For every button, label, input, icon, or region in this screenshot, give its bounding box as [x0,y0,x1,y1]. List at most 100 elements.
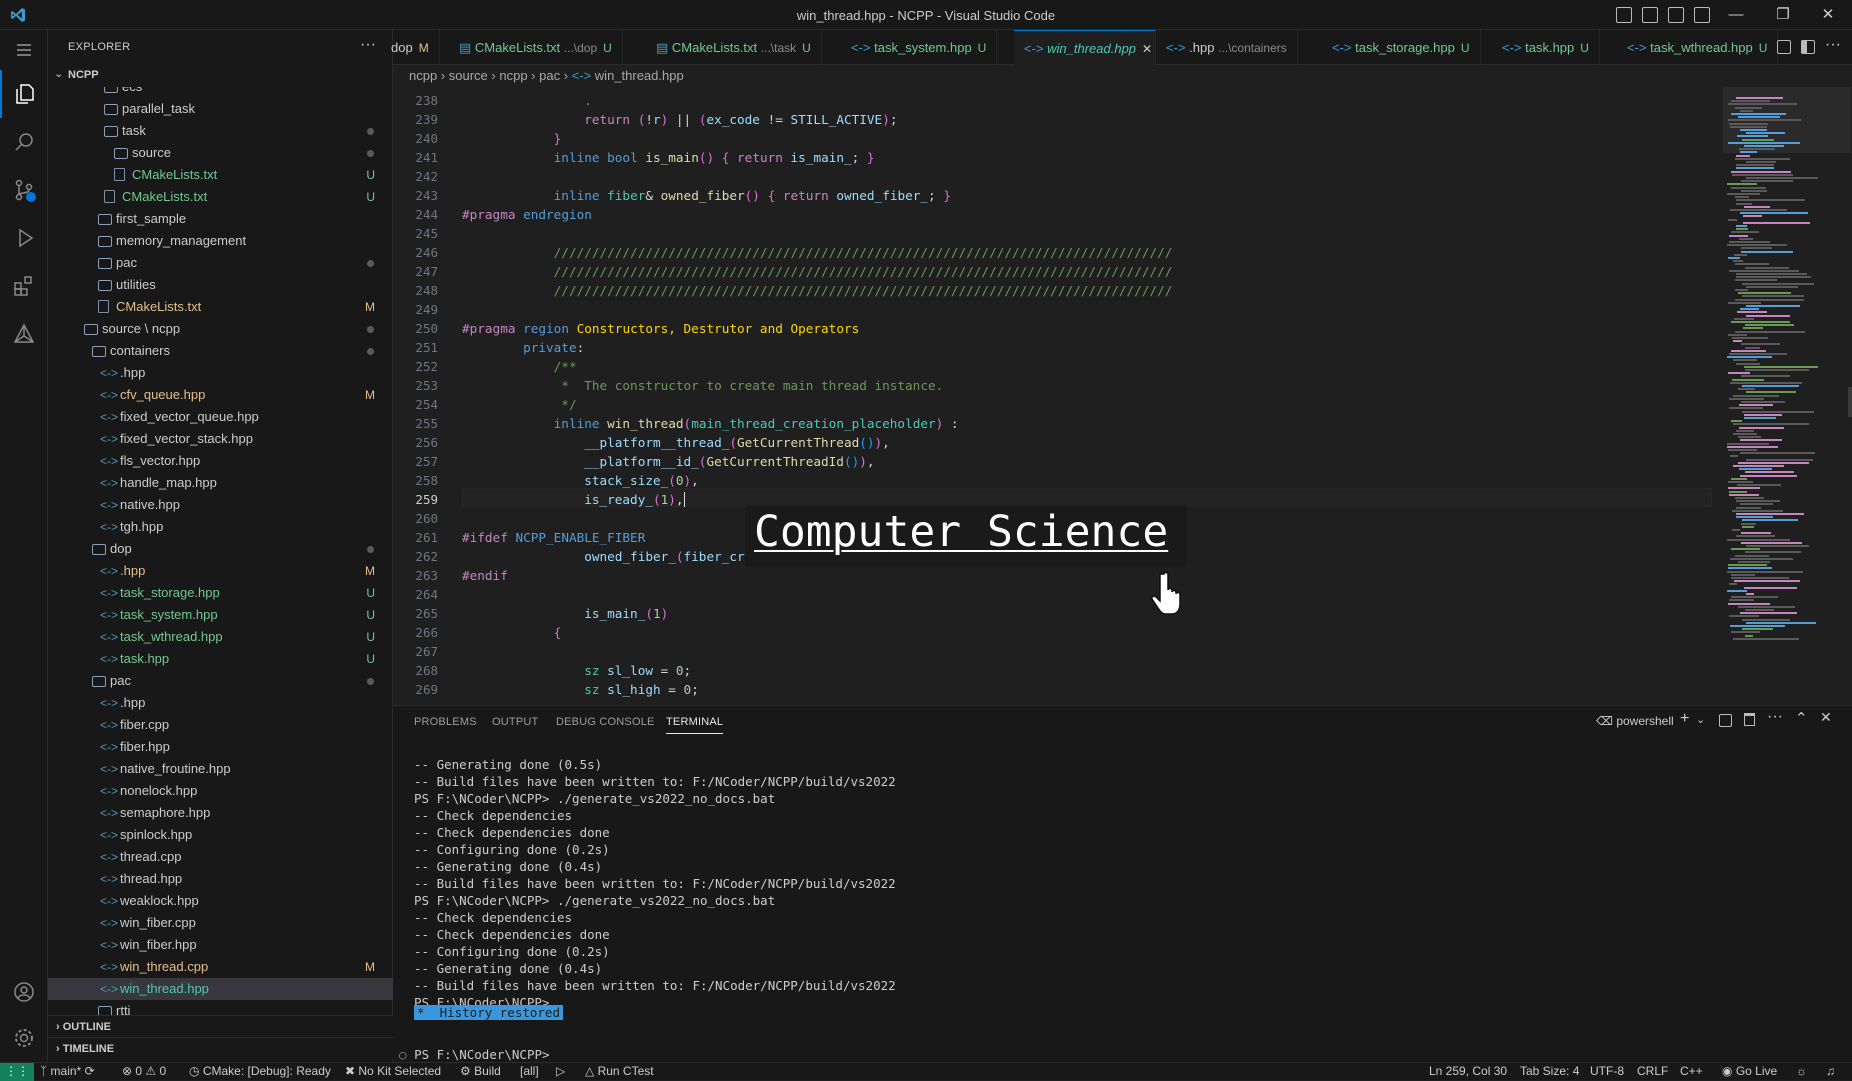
tree-item[interactable]: <-> win_fiber.hpp [48,934,393,956]
minimap[interactable] [1713,87,1852,705]
breadcrumb-item[interactable]: ncpp [499,68,527,83]
terminal-prompt[interactable]: ○ PS F:\NCoder\NCPP> [399,1047,550,1062]
tree-item[interactable]: CMakeLists.txt U [48,164,393,186]
tab-debug-console[interactable]: DEBUG CONSOLE [556,716,655,728]
tab-cmakelists-dop[interactable]: ▤ CMakeLists.txt ...\dop U [449,30,623,65]
maximize-panel-icon[interactable]: ⌃ [1795,709,1808,727]
tab-task-wthread[interactable]: <-> task_wthread.hpp U [1617,30,1779,65]
tree-item[interactable]: task [48,120,393,142]
settings-gear-icon[interactable] [0,1014,48,1062]
tab-task[interactable]: <-> task.hpp U [1492,30,1600,65]
build-target[interactable]: [all] [520,1063,539,1080]
remote-icon[interactable]: ⋮⋮ [0,1063,34,1081]
breadcrumb-item[interactable]: ncpp [409,68,437,83]
extensions-icon[interactable] [0,262,48,310]
menu-icon[interactable] [0,30,48,70]
tree-item[interactable]: <-> fixed_vector_stack.hpp [48,428,393,450]
chevron-down-icon[interactable]: ⌄ [1696,713,1705,726]
tree-item[interactable]: source [48,142,393,164]
tab-terminal[interactable]: TERMINAL [666,716,724,734]
tree-item[interactable]: <-> win_thread.cpp M [48,956,393,978]
close-tab-icon[interactable]: ✕ [1142,42,1152,56]
tree-item[interactable]: <-> fls_vector.hpp [48,450,393,472]
breadcrumb-item[interactable]: pac [539,68,560,83]
new-terminal-button[interactable]: + [1680,710,1689,728]
toggle-secondary-sidebar-icon[interactable] [1668,7,1684,23]
tree-item[interactable]: <-> cfv_queue.hpp M [48,384,393,406]
customize-layout-icon[interactable] [1694,7,1710,23]
tab-problems[interactable]: PROBLEMS [414,716,477,728]
tree-item[interactable]: <-> native.hpp [48,494,393,516]
line-ending[interactable]: CRLF [1637,1063,1668,1080]
tree-item[interactable]: <-> handle_map.hpp [48,472,393,494]
debug-play-icon[interactable]: ▷ [556,1063,565,1080]
tree-item[interactable]: <-> semaphore.hpp [48,802,393,824]
tree-item[interactable]: <-> fiber.hpp [48,736,393,758]
tree-item[interactable]: <-> native_froutine.hpp [48,758,393,780]
git-branch[interactable]: ᛉ main* ⟳ [40,1063,95,1080]
tree-item[interactable]: <-> win_fiber.cpp [48,912,393,934]
cmake-status[interactable]: ◷ CMake: [Debug]: Ready [189,1063,331,1080]
maximize-button[interactable]: ❐ [1763,4,1803,26]
tree-item[interactable]: parallel_task [48,98,393,120]
tree-item[interactable]: <-> nonelock.hpp [48,780,393,802]
tree-item[interactable]: <-> win_thread.hpp [48,978,393,1000]
cursor-position[interactable]: Ln 259, Col 30 [1429,1063,1507,1080]
workspace-root[interactable]: ⌄ NCPP [48,65,393,87]
tree-item[interactable]: <-> task_storage.hpp U [48,582,393,604]
code-editor[interactable]: 238 239 240 241 242 243 244 245 246 247 248 249 250 2… [393,87,1713,705]
tree-item[interactable]: <-> thread.hpp [48,868,393,890]
accounts-icon[interactable] [0,968,48,1016]
panel-more-icon[interactable]: ··· [1767,708,1783,726]
breadcrumb-item[interactable]: source [449,68,488,83]
tab-output[interactable]: OUTPUT [492,716,538,728]
split-terminal-icon[interactable] [1719,714,1732,727]
tree-item[interactable]: <-> fixed_vector_queue.hpp [48,406,393,428]
tree-item[interactable]: pac [48,670,393,692]
run-debug-icon[interactable] [0,214,48,262]
source-control-icon[interactable] [0,166,48,214]
close-panel-icon[interactable]: ✕ [1820,709,1832,726]
tree-item[interactable]: <-> .hpp M [48,560,393,582]
terminal-profile[interactable]: ⌫ powershell [1596,714,1674,728]
tree-item[interactable]: first_sample [48,208,393,230]
tree-item[interactable]: <-> task_system.hpp U [48,604,393,626]
tab-cmakelists-task[interactable]: ▤ CMakeLists.txt ...\task U [646,30,822,65]
tab-size[interactable]: Tab Size: 4 [1520,1063,1579,1080]
tree-item[interactable]: <-> thread.cpp [48,846,393,868]
tab-task-system[interactable]: <-> task_system.hpp U [841,30,998,65]
more-actions-icon[interactable]: ··· [360,36,376,54]
tree-item[interactable]: source \ ncpp [48,318,393,340]
ctest-button[interactable]: △ Run CTest [585,1063,654,1080]
cmake-icon[interactable] [0,310,48,358]
language-mode[interactable]: C++ [1680,1063,1703,1080]
tree-item[interactable]: CMakeLists.txt U [48,186,393,208]
split-editor-icon[interactable] [1801,40,1815,54]
build-button[interactable]: ⚙ Build [460,1063,501,1080]
tree-item[interactable]: <-> spinlock.hpp [48,824,393,846]
sync-icon[interactable]: ⟳ [85,1064,95,1078]
kit-status[interactable]: ✖ No Kit Selected [345,1063,441,1080]
close-window-button[interactable]: ✕ [1808,4,1848,26]
kill-terminal-icon[interactable] [1744,713,1755,726]
compare-icon[interactable] [1777,40,1791,54]
tree-item[interactable]: <-> fiber.cpp [48,714,393,736]
tree-item[interactable]: utilities [48,274,393,296]
tab-task-storage[interactable]: <-> task_storage.hpp U [1322,30,1481,65]
toggle-panel-icon[interactable] [1642,7,1658,23]
tree-item[interactable]: <-> .hpp [48,692,393,714]
explorer-icon[interactable] [0,70,48,118]
scrollbar-thumb[interactable] [1848,387,1852,417]
breadcrumb-item[interactable]: win_thread.hpp [595,68,684,83]
minimize-button[interactable]: — [1716,4,1756,26]
tab-hpp-containers[interactable]: <-> .hpp ...\containers [1156,30,1298,65]
tree-item[interactable]: CMakeLists.txt M [48,296,393,318]
editor-more-icon[interactable]: ··· [1825,36,1841,54]
tree-item[interactable]: pac [48,252,393,274]
toggle-primary-sidebar-icon[interactable] [1616,7,1632,23]
tree-item[interactable]: memory_management [48,230,393,252]
encoding[interactable]: UTF-8 [1590,1063,1624,1080]
tree-item[interactable]: <-> weaklock.hpp [48,890,393,912]
notifications-bell-icon[interactable]: ♫ [1826,1063,1835,1080]
tree-item[interactable]: ecs [48,87,393,98]
